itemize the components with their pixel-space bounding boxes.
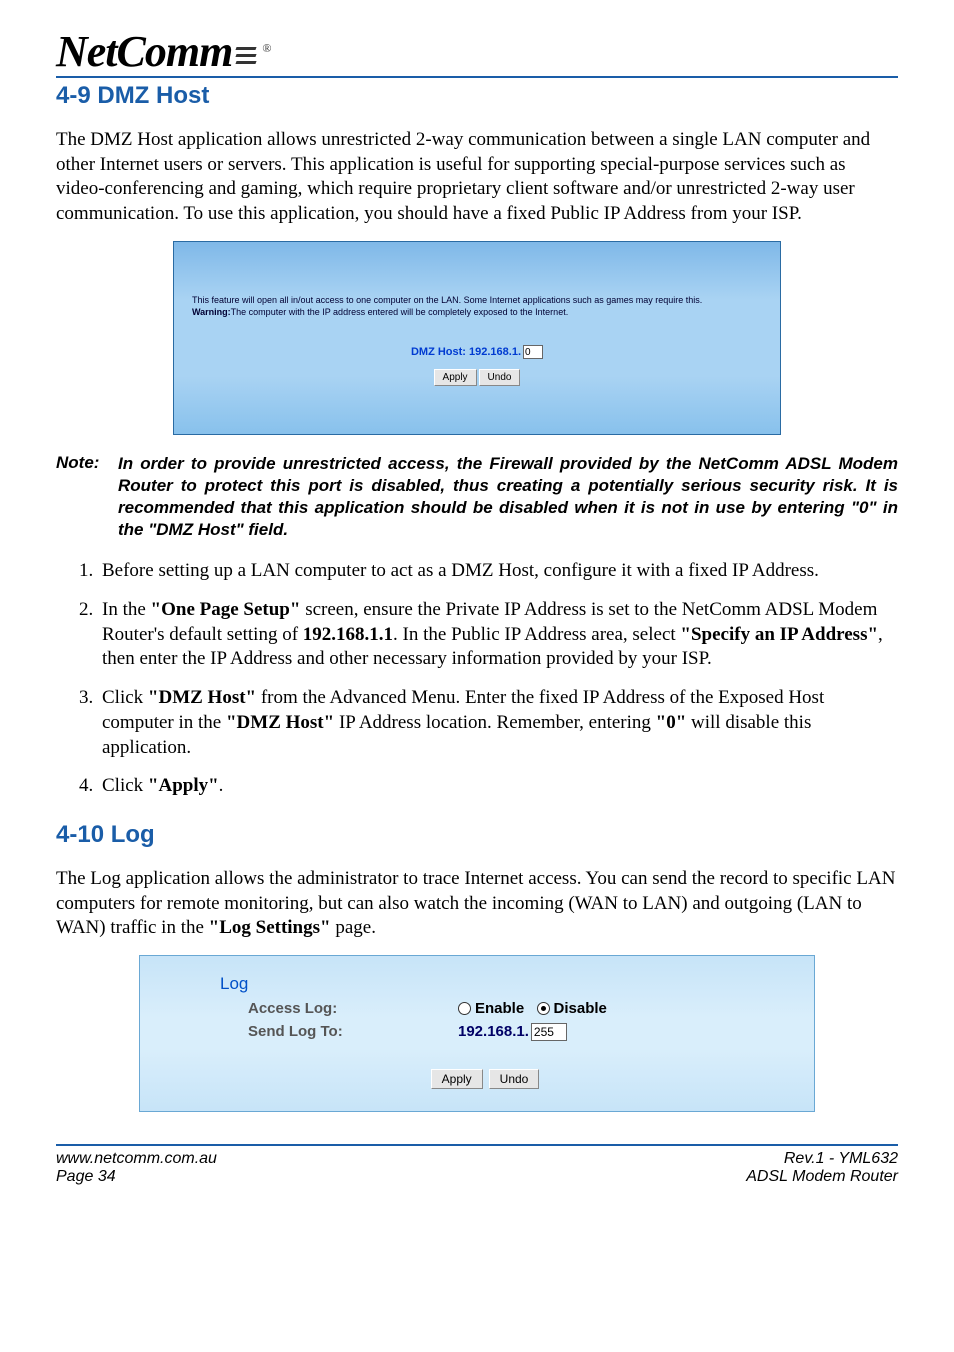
header-divider: [56, 76, 898, 78]
section-heading-log: 4-10 Log: [56, 821, 898, 849]
access-log-disable-radio[interactable]: Disable: [537, 1000, 607, 1017]
list-item: Click "DMZ Host" from the Advanced Menu.…: [98, 686, 898, 760]
dmz-host-label: DMZ Host: 192.168.1.: [411, 346, 521, 358]
footer-revision: Rev.1 - YML632: [784, 1150, 898, 1167]
dmz-intro-paragraph: The DMZ Host application allows unrestri…: [56, 128, 898, 227]
note-label: Note:: [56, 453, 118, 541]
registered-mark: ®: [262, 41, 271, 56]
list-item: In the "One Page Setup" screen, ensure t…: [98, 598, 898, 672]
log-panel-title: Log: [220, 974, 790, 994]
dmz-host-input[interactable]: [523, 345, 543, 359]
brand-dashes-icon: [236, 47, 256, 64]
setup-steps-list: Before setting up a LAN computer to act …: [56, 559, 898, 799]
access-log-enable-radio[interactable]: Enable: [458, 1000, 524, 1017]
brand-logo: NetComm ®: [56, 30, 898, 74]
page-footer: www.netcomm.com.au Page 34 Rev.1 - YML63…: [56, 1150, 898, 1186]
dmz-undo-button[interactable]: Undo: [479, 369, 521, 386]
list-item: Before setting up a LAN computer to act …: [98, 559, 898, 584]
footer-page: Page 34: [56, 1168, 116, 1185]
access-log-label: Access Log:: [220, 1000, 458, 1017]
log-ip-prefix: 192.168.1.: [458, 1023, 529, 1040]
dmz-apply-button[interactable]: Apply: [434, 369, 477, 386]
brand-name: NetComm: [56, 30, 232, 74]
dmz-host-field: DMZ Host: 192.168.1.: [411, 345, 543, 359]
dmz-description: This feature will open all in/out access…: [192, 294, 762, 318]
footer-url: www.netcomm.com.au: [56, 1150, 217, 1167]
log-ip-input[interactable]: [531, 1023, 567, 1041]
log-intro-paragraph: The Log application allows the administr…: [56, 867, 898, 941]
note-block: Note: In order to provide unrestricted a…: [56, 453, 898, 541]
log-config-screenshot: Log Access Log: Enable Disable Send Log …: [139, 955, 815, 1112]
radio-icon: [537, 1002, 550, 1015]
send-log-to-label: Send Log To:: [220, 1023, 458, 1040]
dmz-config-screenshot: This feature will open all in/out access…: [173, 241, 781, 435]
note-text: In order to provide unrestricted access,…: [118, 453, 898, 541]
list-item: Click "Apply".: [98, 774, 898, 799]
section-heading-dmz: 4-9 DMZ Host: [56, 82, 898, 110]
footer-product: ADSL Modem Router: [746, 1168, 898, 1185]
footer-divider: [56, 1144, 898, 1146]
radio-icon: [458, 1002, 471, 1015]
log-apply-button[interactable]: Apply: [431, 1069, 483, 1089]
log-undo-button[interactable]: Undo: [489, 1069, 540, 1089]
